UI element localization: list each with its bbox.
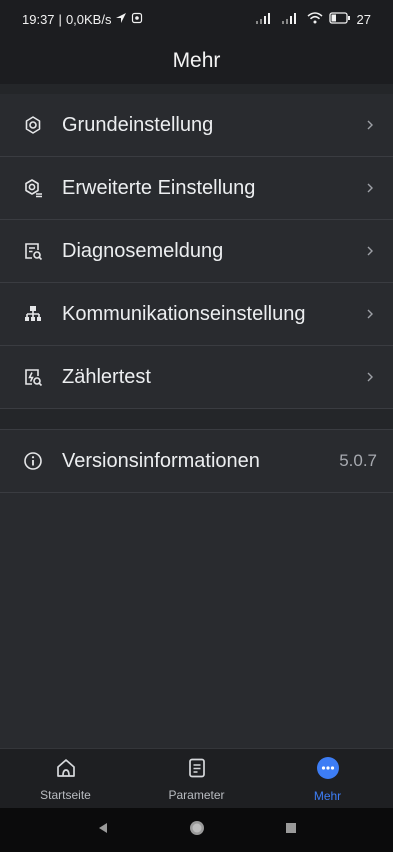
chevron-right-icon [363,244,377,258]
signal-icon [255,12,275,27]
version-label: Versionsinformationen [62,449,260,472]
tab-label: Startseite [40,787,91,802]
chevron-right-icon [363,118,377,132]
menu-item-label: Erweiterte Einstellung [62,176,256,199]
section-spacer [0,84,393,94]
menu-item-label: Grundeinstellung [62,113,214,136]
wifi-icon [307,11,323,27]
status-time: 19:37 [22,11,55,27]
menu-item-zaehlertest[interactable]: Zählertest [0,346,393,409]
status-right: 27 [255,12,371,27]
list-section-gap [0,409,393,430]
battery-icon [328,11,351,27]
meter-test-icon [22,366,44,388]
home-circle-icon[interactable] [188,819,206,842]
chevron-right-icon [363,370,377,384]
more-dots-icon [316,756,340,785]
recents-icon[interactable] [284,821,298,840]
location-arrow-icon [115,12,127,27]
menu-item-erweiterte-einstellung[interactable]: Erweiterte Einstellung [0,157,393,220]
diagnostic-report-icon [22,240,44,262]
signal-icon-2 [281,12,301,27]
network-topology-icon [22,303,44,325]
advanced-settings-icon [22,177,44,199]
status-left: 19:37 | 0,0KB/s [22,12,143,27]
tab-label: Parameter [168,787,225,802]
menu-item-label: Diagnosemeldung [62,239,224,262]
document-icon [186,757,208,784]
settings-gear-icon [22,114,44,136]
tab-startseite[interactable]: Startseite [0,749,131,809]
tab-mehr[interactable]: Mehr [262,749,393,809]
menu-item-diagnosemeldung[interactable]: Diagnosemeldung [0,220,393,283]
menu-item-kommunikationseinstellung[interactable]: Kommunikationseinstellung [0,283,393,346]
settings-list: Grundeinstellung Erweiterte Einstellung … [0,94,393,493]
page-title: Mehr [172,49,221,72]
version-info-row[interactable]: Versionsinformationen 5.0.7 [0,430,393,493]
chevron-right-icon [363,181,377,195]
menu-item-grundeinstellung[interactable]: Grundeinstellung [0,94,393,157]
notification-icon [131,12,143,27]
status-speed: 0,0KB/s [65,11,112,27]
system-navigation-bar [0,808,393,852]
status-bar: 19:37 | 0,0KB/s 27 [0,0,393,38]
info-icon [22,450,44,472]
tab-label: Mehr [313,788,342,803]
back-icon[interactable] [96,821,110,840]
tab-parameter[interactable]: Parameter [131,749,262,809]
menu-item-label: Zählertest [62,365,151,388]
app-header: Mehr [0,38,393,84]
battery-level: 27 [356,11,371,27]
menu-item-label: Kommunikationseinstellung [62,302,306,325]
status-divider: | [58,11,62,27]
home-icon [55,757,77,784]
app-screen: 19:37 | 0,0KB/s 27 Mehr Grundeinstellung… [0,0,393,852]
chevron-right-icon [363,307,377,321]
version-value: 5.0.7 [339,451,377,470]
bottom-navigation: Startseite Parameter Mehr [0,748,393,809]
